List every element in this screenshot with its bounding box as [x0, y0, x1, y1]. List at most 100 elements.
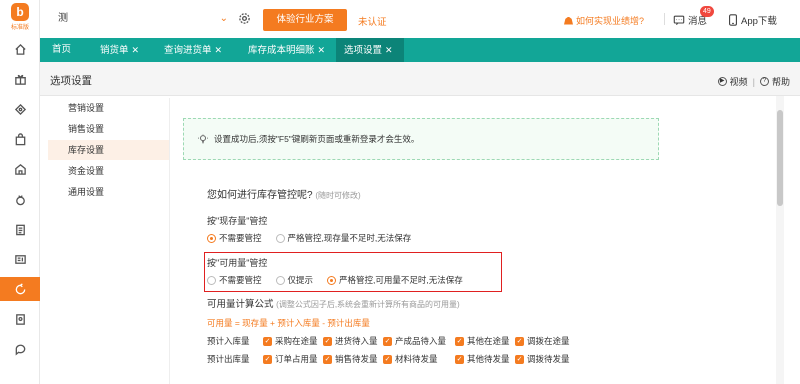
- radio-dot[interactable]: [275, 275, 285, 285]
- radio-dot[interactable]: [207, 275, 216, 285]
- store-name: 测: [58, 13, 68, 24]
- radio-dot[interactable]: [207, 233, 216, 243]
- checkbox-label: 调拨在途量: [527, 336, 570, 346]
- checkbox-product-pending-in[interactable]: ✓ 产成品待入量: [383, 335, 455, 347]
- scrollbar[interactable]: [776, 96, 784, 384]
- tag-icon[interactable]: [8, 97, 32, 121]
- checkbox-label: 其他待发量: [467, 354, 510, 364]
- checkbox-purchase-pending-in[interactable]: ✓ 进货待入量: [323, 335, 383, 347]
- close-icon[interactable]: ✕: [385, 45, 393, 55]
- checkbox-checked-icon[interactable]: ✓: [515, 354, 524, 364]
- formula-sub: (调整公式因子后,系统会重新计算所有商品的可用量): [276, 300, 460, 309]
- app-logo[interactable]: b 标准版: [4, 3, 36, 33]
- growth-link[interactable]: 如何实现业绩增?: [564, 14, 644, 27]
- radio-label: 严格管控,现存量不足时,无法保存: [287, 233, 412, 243]
- bag-icon[interactable]: [8, 127, 32, 151]
- checkbox-label: 调拨待发量: [527, 354, 570, 364]
- video-link[interactable]: 视频: [730, 75, 748, 88]
- store-icon[interactable]: [8, 157, 32, 181]
- outbound-factors: 预计出库量 ✓ 订单占用量 ✓ 销售待发量 ✓ 材料待发量 ✓ 其他待发量 ✓ 调拨待发量: [207, 353, 575, 365]
- tab-purchase-query[interactable]: 查询进货单 ✕: [156, 38, 236, 62]
- checkbox-checked-icon[interactable]: ✓: [455, 354, 464, 364]
- tab-option-settings[interactable]: 选项设置 ✕: [336, 38, 404, 62]
- message-icon: [673, 15, 685, 26]
- tab-label: 查询进货单: [164, 45, 212, 56]
- page-title: 选项设置: [50, 75, 92, 87]
- radio-label: 不需要管控: [219, 233, 262, 243]
- checkbox-transfer-pending-out[interactable]: ✓ 调拨待发量: [515, 353, 575, 365]
- checkbox-checked-icon[interactable]: ✓: [323, 354, 332, 364]
- checkbox-label: 销售待发量: [335, 354, 378, 364]
- notice-text: 设置成功后,须按"F5"键刷新页面或重新登录才会生效。: [214, 134, 420, 144]
- checkbox-purchase-in-transit[interactable]: ✓ 采购在途量: [263, 335, 323, 347]
- submenu-item-inventory[interactable]: 库存设置: [48, 140, 169, 160]
- radio-stock-no-control[interactable]: 不需要管控: [207, 232, 262, 244]
- checkbox-transfer-in-transit[interactable]: ✓ 调拨在途量: [515, 335, 575, 347]
- tab-sales-order[interactable]: 销货单 ✕: [92, 38, 152, 62]
- help-link[interactable]: 帮助: [772, 75, 790, 88]
- book-icon[interactable]: [8, 307, 32, 331]
- radio-stock-strict[interactable]: 严格管控,现存量不足时,无法保存: [275, 232, 412, 244]
- settings-content: 营销设置 销售设置 库存设置 资金设置 通用设置 设置成功后,须按"F5"键刷新…: [40, 96, 800, 384]
- trial-industry-button[interactable]: 体验行业方案: [263, 9, 347, 31]
- checkbox-checked-icon[interactable]: ✓: [383, 336, 392, 346]
- help-links: ▶ 视频 | ? 帮助: [717, 75, 790, 88]
- submenu-item-general[interactable]: 通用设置: [48, 182, 169, 202]
- report-icon[interactable]: [8, 247, 32, 271]
- radio-available-hint[interactable]: 仅提示: [275, 274, 313, 286]
- close-icon[interactable]: ✕: [215, 45, 223, 55]
- checkbox-checked-icon[interactable]: ✓: [263, 336, 272, 346]
- stock-control-options: 不需要管控 严格管控,现存量不足时,无法保存: [207, 232, 411, 244]
- checkbox-checked-icon[interactable]: ✓: [323, 336, 332, 346]
- scrollbar-thumb[interactable]: [777, 110, 783, 206]
- gift-icon[interactable]: [8, 67, 32, 91]
- question-sub: (随时可修改): [315, 191, 361, 200]
- radio-label: 严格管控,可用量不足时,无法保存: [339, 275, 463, 285]
- formula-expression: 可用量 = 现存量 + 预计入库量 - 预计出库量: [207, 318, 370, 328]
- separator: |: [752, 76, 755, 87]
- checkbox-checked-icon[interactable]: ✓: [263, 354, 272, 364]
- tab-home[interactable]: 首页: [44, 38, 88, 62]
- radio-dot[interactable]: [275, 233, 285, 243]
- checkbox-checked-icon[interactable]: ✓: [383, 354, 392, 364]
- app-download-label: App下载: [741, 16, 777, 27]
- store-selector[interactable]: 测 ⌄: [58, 9, 228, 29]
- chat-icon[interactable]: [8, 337, 32, 361]
- growth-link-label: 如何实现业绩增?: [576, 16, 645, 26]
- top-bar: 测 ⌄ 体验行业方案 未认证 如何实现业绩增? 消息 49 App下载: [40, 0, 800, 38]
- tab-label: 选项设置: [344, 45, 383, 56]
- submenu-item-marketing[interactable]: 营销设置: [48, 98, 169, 118]
- checkbox-checked-icon[interactable]: ✓: [515, 336, 524, 346]
- stock-control-title: 按"现存量"管控: [207, 216, 268, 226]
- checkbox-sales-pending-out[interactable]: ✓ 销售待发量: [323, 353, 383, 365]
- checkbox-label: 产成品待入量: [395, 336, 447, 346]
- chevron-down-icon: ⌄: [219, 13, 228, 24]
- close-icon[interactable]: ✕: [132, 45, 140, 55]
- tab-inventory-cost-ledger[interactable]: 库存成本明细账 ✕: [240, 38, 330, 62]
- inbound-label: 预计入库量: [207, 336, 250, 346]
- checkbox-label: 其他在途量: [467, 336, 510, 346]
- home-icon[interactable]: [8, 37, 32, 61]
- unverified-link[interactable]: 未认证: [358, 14, 387, 28]
- checkbox-material-pending-out[interactable]: ✓ 材料待发量: [383, 353, 455, 365]
- checkbox-order-occupied[interactable]: ✓ 订单占用量: [263, 353, 323, 365]
- checkbox-other-pending-out[interactable]: ✓ 其他待发量: [455, 353, 515, 365]
- checkbox-label: 进货待入量: [335, 336, 378, 346]
- radio-available-no-control[interactable]: 不需要管控: [207, 274, 262, 286]
- submenu-item-sales[interactable]: 销售设置: [48, 119, 169, 139]
- radio-dot[interactable]: [327, 275, 337, 285]
- settings-cycle-icon[interactable]: [0, 277, 40, 301]
- lightbulb-icon: [198, 134, 208, 144]
- left-nav-rail: b 标准版: [0, 0, 40, 384]
- money-bag-icon[interactable]: [8, 187, 32, 211]
- app-download-button[interactable]: App下载: [728, 13, 777, 27]
- checkbox-label: 材料待发量: [395, 354, 438, 364]
- gear-icon[interactable]: [238, 12, 251, 25]
- close-icon[interactable]: ✕: [318, 45, 326, 55]
- clipboard-icon[interactable]: [8, 217, 32, 241]
- radio-available-strict[interactable]: 严格管控,可用量不足时,无法保存: [327, 274, 463, 286]
- checkbox-checked-icon[interactable]: ✓: [455, 336, 464, 346]
- inbound-factors: 预计入库量 ✓ 采购在途量 ✓ 进货待入量 ✓ 产成品待入量 ✓ 其他在途量 ✓ 调拨在途…: [207, 335, 575, 347]
- submenu-item-funds[interactable]: 资金设置: [48, 161, 169, 181]
- checkbox-other-in-transit[interactable]: ✓ 其他在途量: [455, 335, 515, 347]
